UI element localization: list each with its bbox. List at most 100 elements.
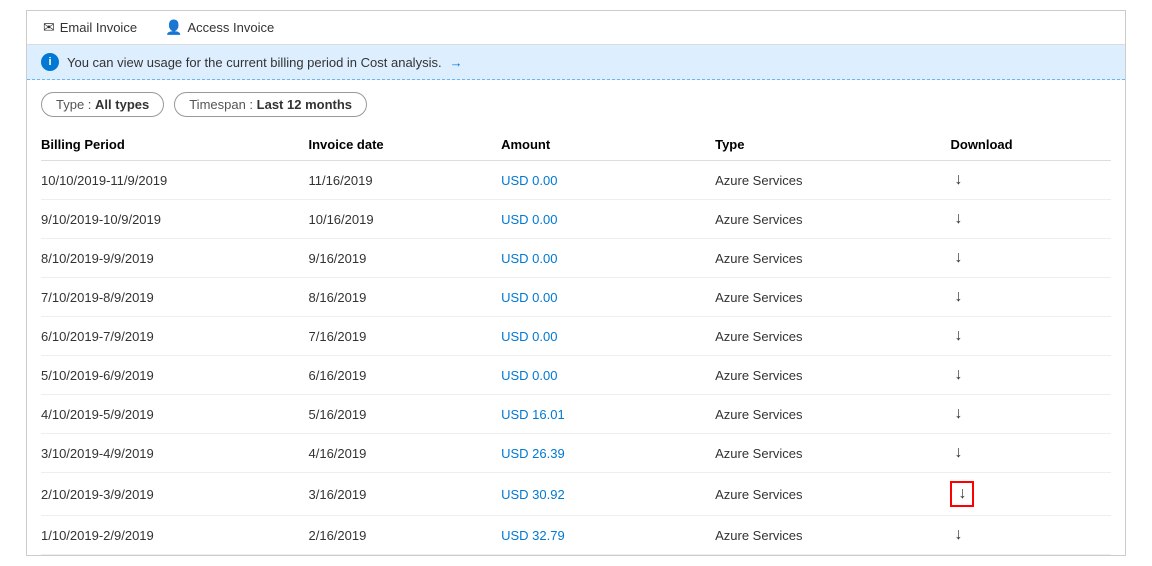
- cell-amount: USD 0.00: [501, 317, 715, 356]
- cell-invoice-date: 4/16/2019: [309, 434, 502, 473]
- cell-type: Azure Services: [715, 516, 950, 555]
- download-button[interactable]: ↓: [950, 524, 966, 546]
- cell-amount: USD 0.00: [501, 200, 715, 239]
- col-header-type: Type: [715, 129, 950, 161]
- download-button[interactable]: ↓: [950, 169, 966, 191]
- filters-bar: Type : All types Timespan : Last 12 mont…: [27, 80, 1125, 129]
- download-button[interactable]: ↓: [950, 286, 966, 308]
- email-invoice-button[interactable]: ✉ Email Invoice: [39, 17, 141, 38]
- table-row: 8/10/2019-9/9/20199/16/2019USD 0.00 Azure…: [41, 239, 1111, 278]
- table-row: 9/10/2019-10/9/201910/16/2019USD 0.00 Azu…: [41, 200, 1111, 239]
- download-button[interactable]: ↓: [950, 442, 966, 464]
- cell-amount: USD 0.00: [501, 239, 715, 278]
- col-header-invoice-date: Invoice date: [309, 129, 502, 161]
- cell-download: ↓: [950, 200, 1111, 239]
- cell-billing-period: 5/10/2019-6/9/2019: [41, 356, 309, 395]
- cell-billing-period: 9/10/2019-10/9/2019: [41, 200, 309, 239]
- cell-invoice-date: 10/16/2019: [309, 200, 502, 239]
- amount-link[interactable]: USD 0.00: [501, 329, 557, 344]
- table-row: 5/10/2019-6/9/20196/16/2019USD 0.00 Azure…: [41, 356, 1111, 395]
- access-invoice-label: Access Invoice: [187, 20, 274, 35]
- cell-invoice-date: 6/16/2019: [309, 356, 502, 395]
- table-row: 7/10/2019-8/9/20198/16/2019USD 0.00 Azure…: [41, 278, 1111, 317]
- table-row: 2/10/2019-3/9/20193/16/2019USD 30.92 Azur…: [41, 473, 1111, 516]
- cell-type: Azure Services: [715, 278, 950, 317]
- toolbar: ✉ Email Invoice 👤 Access Invoice: [27, 11, 1125, 45]
- invoice-table-wrapper: Billing Period Invoice date Amount Type …: [27, 129, 1125, 555]
- cell-download: ↓: [950, 278, 1111, 317]
- cell-amount: USD 16.01: [501, 395, 715, 434]
- cell-download: ↓: [950, 395, 1111, 434]
- person-icon: 👤: [165, 19, 182, 36]
- amount-link[interactable]: USD 0.00: [501, 173, 557, 188]
- cell-type: Azure Services: [715, 395, 950, 434]
- type-filter-value: All types: [95, 97, 149, 112]
- cell-download: ↓: [950, 434, 1111, 473]
- cell-download: ↓: [950, 161, 1111, 200]
- type-filter-label: Type :: [56, 97, 95, 112]
- cell-billing-period: 3/10/2019-4/9/2019: [41, 434, 309, 473]
- amount-link[interactable]: USD 0.00: [501, 251, 557, 266]
- cell-billing-period: 6/10/2019-7/9/2019: [41, 317, 309, 356]
- info-banner: i You can view usage for the current bil…: [27, 45, 1125, 80]
- cell-type: Azure Services: [715, 356, 950, 395]
- cost-analysis-link[interactable]: →: [450, 55, 463, 70]
- table-row: 10/10/2019-11/9/201911/16/2019USD 0.00Az…: [41, 161, 1111, 200]
- table-row: 6/10/2019-7/9/20197/16/2019USD 0.00Azure…: [41, 317, 1111, 356]
- cell-amount: USD 0.00: [501, 161, 715, 200]
- cell-type: Azure Services: [715, 161, 950, 200]
- amount-link[interactable]: USD 0.00: [501, 212, 557, 227]
- cell-download: ↓: [950, 516, 1111, 555]
- col-header-amount: Amount: [501, 129, 715, 161]
- cell-download: ↓: [950, 317, 1111, 356]
- amount-link[interactable]: USD 30.92: [501, 487, 565, 502]
- cell-invoice-date: 3/16/2019: [309, 473, 502, 516]
- cell-amount: USD 26.39: [501, 434, 715, 473]
- amount-link[interactable]: USD 0.00: [501, 368, 557, 383]
- download-button[interactable]: ↓: [950, 403, 966, 425]
- cell-billing-period: 10/10/2019-11/9/2019: [41, 161, 309, 200]
- type-filter[interactable]: Type : All types: [41, 92, 164, 117]
- cell-amount: USD 30.92: [501, 473, 715, 516]
- cell-type: Azure Services: [715, 434, 950, 473]
- amount-link[interactable]: USD 0.00: [501, 290, 557, 305]
- col-header-billing-period: Billing Period: [41, 129, 309, 161]
- cell-download: ↓: [950, 239, 1111, 278]
- timespan-filter-label: Timespan :: [189, 97, 256, 112]
- cell-invoice-date: 5/16/2019: [309, 395, 502, 434]
- cell-type: Azure Services: [715, 200, 950, 239]
- amount-link[interactable]: USD 32.79: [501, 528, 565, 543]
- banner-text: You can view usage for the current billi…: [67, 55, 442, 70]
- cell-billing-period: 8/10/2019-9/9/2019: [41, 239, 309, 278]
- cell-billing-period: 2/10/2019-3/9/2019: [41, 473, 309, 516]
- cell-type: Azure Services: [715, 317, 950, 356]
- amount-link[interactable]: USD 16.01: [501, 407, 565, 422]
- invoice-panel: ✉ Email Invoice 👤 Access Invoice i You c…: [26, 10, 1126, 556]
- download-button[interactable]: ↓: [950, 364, 966, 386]
- cell-billing-period: 4/10/2019-5/9/2019: [41, 395, 309, 434]
- download-button[interactable]: ↓: [950, 325, 966, 347]
- info-icon: i: [41, 53, 59, 71]
- download-button[interactable]: ↓: [950, 208, 966, 230]
- download-button[interactable]: ↓: [950, 247, 966, 269]
- cell-amount: USD 32.79: [501, 516, 715, 555]
- timespan-filter[interactable]: Timespan : Last 12 months: [174, 92, 367, 117]
- cell-download: ↓: [950, 356, 1111, 395]
- cell-billing-period: 7/10/2019-8/9/2019: [41, 278, 309, 317]
- amount-link[interactable]: USD 26.39: [501, 446, 565, 461]
- col-header-download: Download: [950, 129, 1111, 161]
- cell-billing-period: 1/10/2019-2/9/2019: [41, 516, 309, 555]
- cell-invoice-date: 8/16/2019: [309, 278, 502, 317]
- download-button[interactable]: ↓: [950, 481, 974, 507]
- cell-amount: USD 0.00: [501, 356, 715, 395]
- table-header-row: Billing Period Invoice date Amount Type …: [41, 129, 1111, 161]
- cell-type: Azure Services: [715, 473, 950, 516]
- cell-type: Azure Services: [715, 239, 950, 278]
- cell-invoice-date: 2/16/2019: [309, 516, 502, 555]
- table-row: 3/10/2019-4/9/20194/16/2019USD 26.39 Azur…: [41, 434, 1111, 473]
- access-invoice-button[interactable]: 👤 Access Invoice: [161, 17, 278, 38]
- timespan-filter-value: Last 12 months: [257, 97, 352, 112]
- cell-invoice-date: 9/16/2019: [309, 239, 502, 278]
- email-invoice-label: Email Invoice: [60, 20, 137, 35]
- table-row: 4/10/2019-5/9/20195/16/2019USD 16.01 Azur…: [41, 395, 1111, 434]
